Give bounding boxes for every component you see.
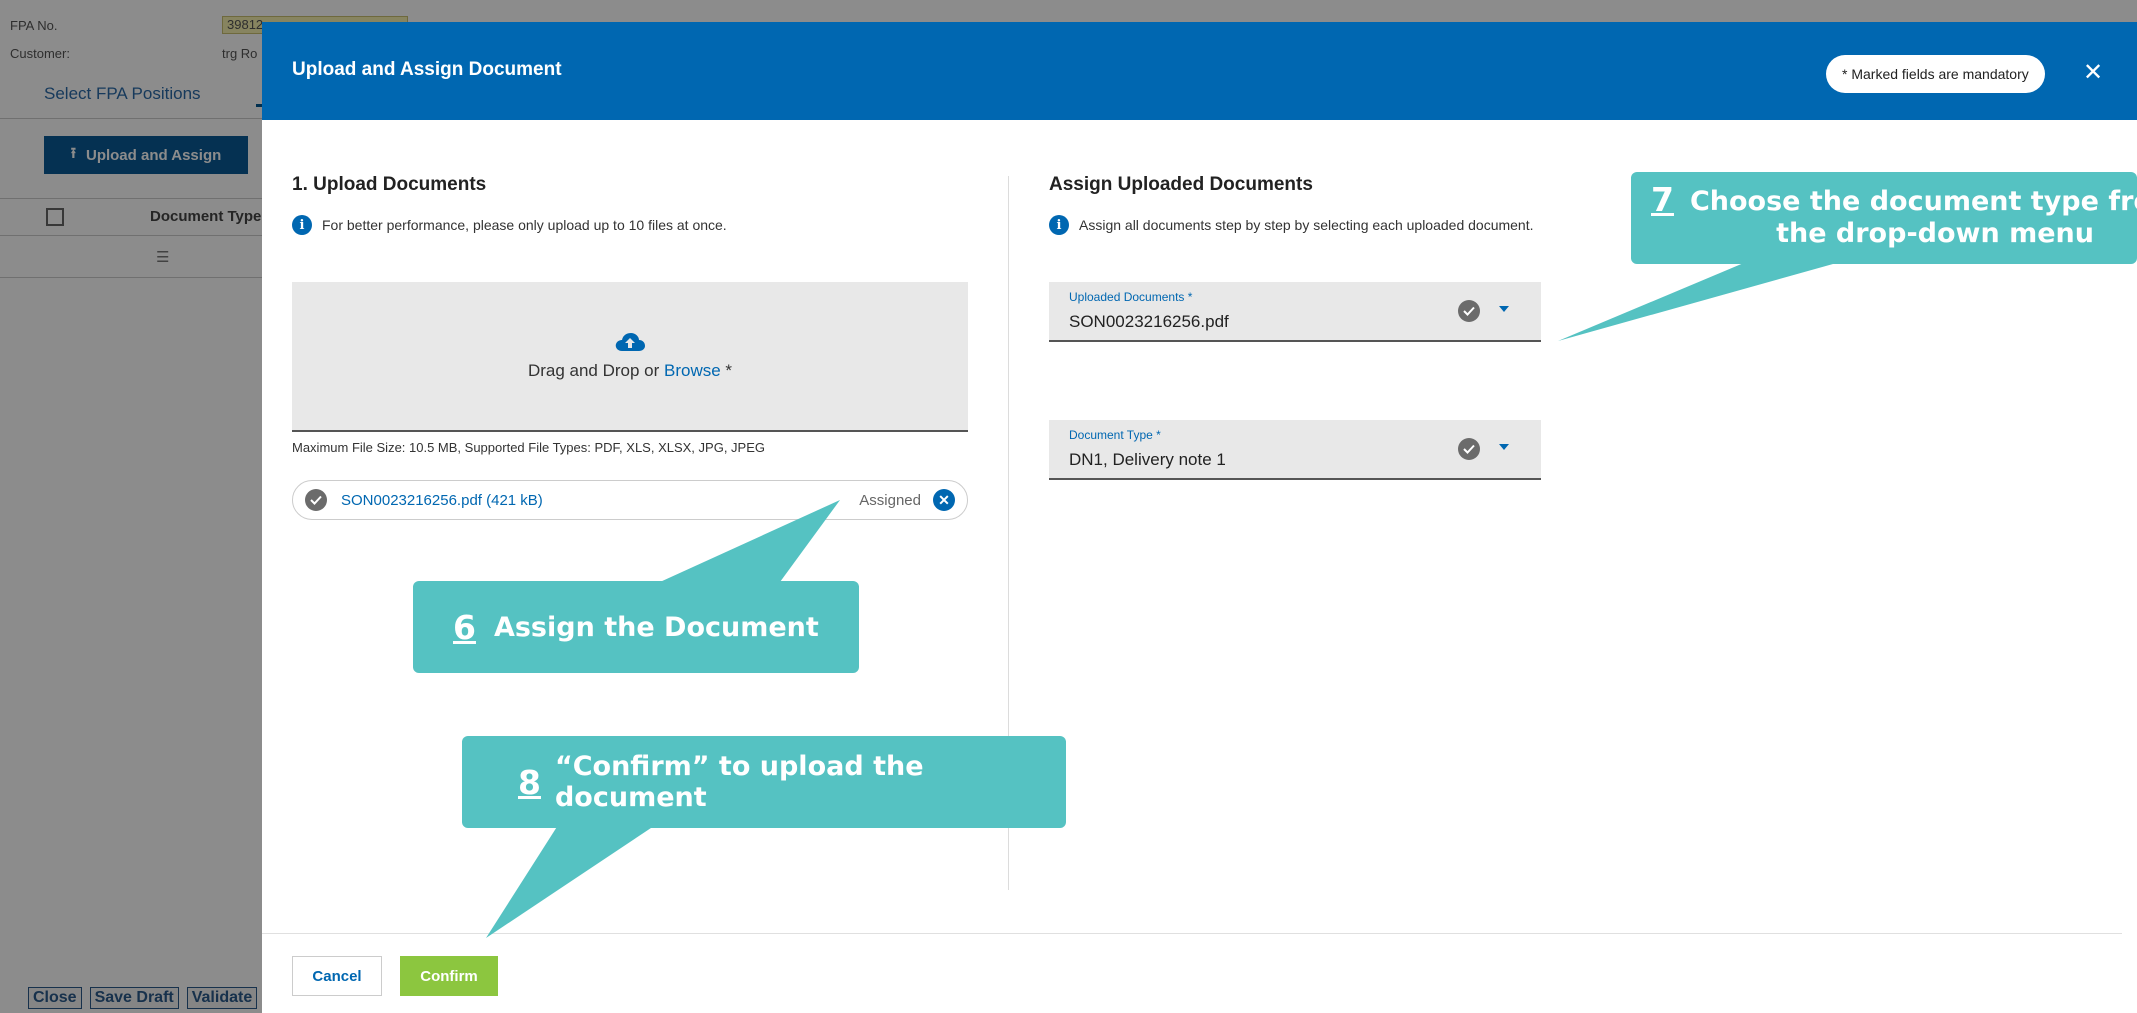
upload-info: i For better performance, please only up… (292, 215, 727, 235)
callout-8-tail (486, 822, 660, 938)
upload-info-text: For better performance, please only uplo… (322, 217, 727, 233)
assign-info-text: Assign all documents step by step by sel… (1079, 217, 1534, 233)
callout-confirm-upload: 8 “Confirm” to upload the document (462, 736, 1066, 828)
callout-6-number: 6 (453, 607, 476, 647)
file-size-info: Maximum File Size: 10.5 MB, Supported Fi… (292, 440, 765, 455)
dialog-header: Upload and Assign Document * Marked fiel… (262, 22, 2137, 120)
check-circle-icon (305, 489, 327, 511)
assign-section-title: Assign Uploaded Documents (1049, 174, 1313, 195)
upload-section-title: 1. Upload Documents (292, 174, 487, 195)
callout-assign-document: 6 Assign the Document (413, 581, 859, 673)
uploaded-file-name[interactable]: SON0023216256.pdf (421 kB) (341, 492, 543, 509)
info-icon: i (292, 215, 312, 235)
callout-6-tail (660, 500, 840, 582)
callout-choose-document-type: 7 Choose the document type from the drop… (1631, 172, 2137, 264)
dialog-title: Upload and Assign Document (292, 59, 562, 80)
document-type-label: Document Type * (1069, 428, 1161, 442)
cloud-upload-icon (615, 333, 645, 351)
chevron-down-icon[interactable] (1499, 306, 1509, 312)
callout-7-text-line2: the drop-down menu (1776, 218, 2094, 249)
browse-link[interactable]: Browse (664, 361, 721, 380)
confirm-button[interactable]: Confirm (400, 956, 498, 996)
mandatory-fields-note: * Marked fields are mandatory (1826, 55, 2045, 93)
remove-file-icon[interactable]: ✕ (933, 489, 955, 511)
file-status: Assigned (859, 491, 921, 509)
check-circle-icon (1458, 300, 1480, 322)
callout-7-number: 7 (1651, 180, 1674, 219)
callout-8-number: 8 (518, 762, 541, 802)
file-dropzone[interactable]: Drag and Drop or Browse * (292, 282, 968, 432)
dropzone-text: Drag and Drop or Browse * (528, 361, 732, 381)
callout-7-text: Choose the document type from (1689, 186, 2137, 217)
callout-7-text-block: Choose the document type from the drop-d… (1690, 180, 2137, 250)
dropzone-required-mark: * (720, 361, 733, 380)
document-type-value: DN1, Delivery note 1 (1069, 450, 1226, 469)
uploaded-documents-value: SON0023216256.pdf (1069, 312, 1229, 331)
callout-7-tail (1558, 257, 1858, 341)
callout-6-text: Assign the Document (493, 611, 819, 643)
document-type-select[interactable]: Document Type * DN1, Delivery note 1 (1049, 420, 1541, 480)
uploaded-file-chip[interactable]: SON0023216256.pdf (421 kB) Assigned ✕ (292, 480, 968, 520)
assign-info: i Assign all documents step by step by s… (1049, 215, 1534, 235)
dropzone-prefix: Drag and Drop or (527, 361, 665, 380)
uploaded-documents-label: Uploaded Documents * (1069, 290, 1193, 304)
callout-8-text: “Confirm” to upload the document (554, 751, 924, 813)
check-circle-icon (1458, 438, 1480, 460)
info-icon: i (1049, 215, 1069, 235)
close-icon[interactable]: ✕ (2078, 54, 2108, 90)
chevron-down-icon[interactable] (1499, 444, 1509, 450)
uploaded-documents-select[interactable]: Uploaded Documents * SON0023216256.pdf (1049, 282, 1541, 342)
cancel-button[interactable]: Cancel (292, 956, 382, 996)
